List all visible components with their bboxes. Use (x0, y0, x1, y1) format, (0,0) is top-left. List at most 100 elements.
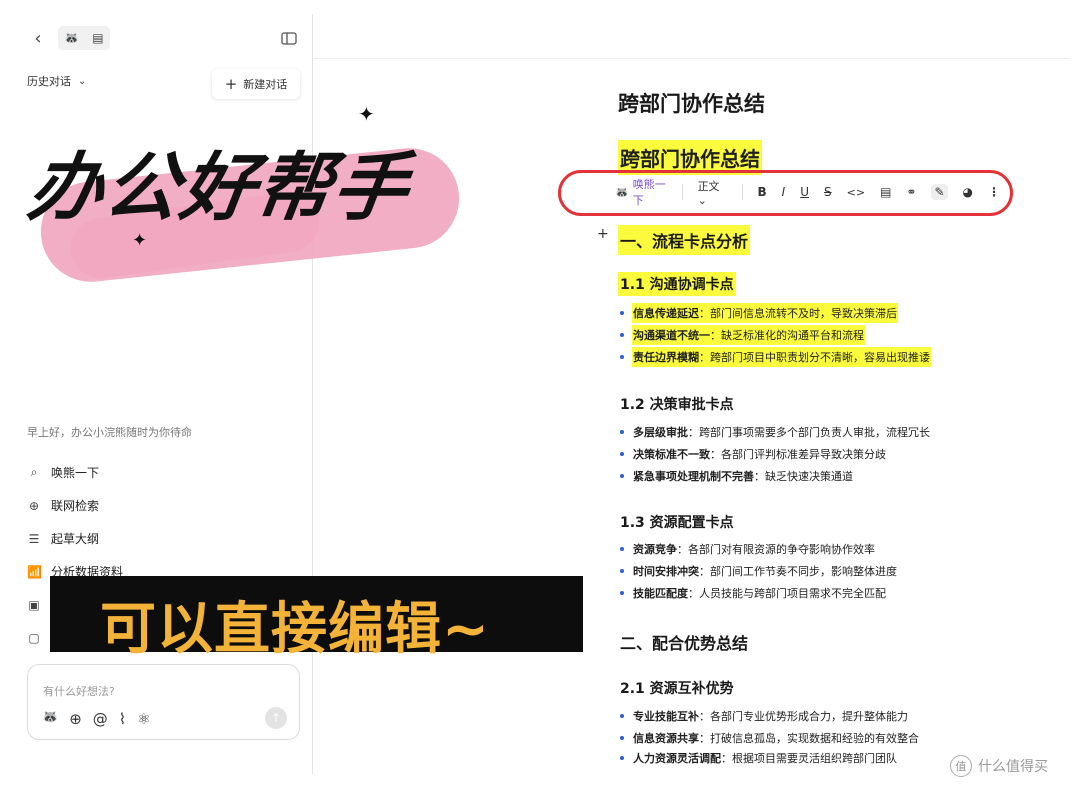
list-item[interactable]: 人力资源灵活调配：根据项目需要灵活组织跨部门团队 (618, 749, 920, 767)
item-text: ：根据项目需要灵活组织跨部门团队 (721, 752, 897, 765)
section-heading[interactable]: 一、流程卡点分析 (618, 225, 751, 255)
search-icon: ⌕ (30, 465, 38, 479)
doc2-icon: ▢ (28, 630, 40, 645)
back-icon[interactable]: ‹ (28, 28, 48, 49)
bullet-icon (620, 430, 624, 434)
item-text: ：缺乏标准化的沟通平台和流程 (710, 329, 864, 342)
watermark-text: 什么值得买 (978, 759, 1048, 775)
item-bold: 人力资源灵活调配 (633, 752, 721, 765)
bullet-icon (620, 355, 624, 359)
list-item[interactable]: 紧急事项处理机制不完善：缺乏快速决策通道 (618, 465, 931, 487)
bullet-icon (620, 714, 624, 718)
chart-icon: 📶 (27, 564, 42, 579)
menu-item-web-search[interactable]: ⊕ 联网检索 (27, 489, 297, 522)
bullet-icon (620, 569, 624, 573)
item-bold: 多层级审批 (633, 426, 688, 439)
menu-item-label: 唤熊一下 (51, 466, 100, 480)
atom-icon[interactable]: ⚛ (137, 710, 150, 728)
sparkle-icon: ✦ (132, 230, 148, 251)
bullet-icon (620, 547, 624, 551)
watermark-logo: 值 (950, 755, 972, 777)
list-item[interactable]: 资源竞争：各部门对有限资源的争夺影响协作效率 (618, 538, 898, 560)
item-bold: 紧急事项处理机制不完善 (633, 470, 754, 483)
send-button[interactable]: ↑ (265, 707, 287, 729)
document-tab-icon[interactable]: ▤ (92, 31, 103, 45)
item-bold: 责任边界模糊 (633, 351, 699, 364)
item-bold: 沟通渠道不统一 (633, 329, 710, 342)
outline-icon: ☰ (28, 531, 40, 546)
banner-text: 可以直接编辑~ (100, 597, 490, 662)
raccoon-tab-icon[interactable]: 🦝 (64, 31, 79, 45)
item-text: ：各部门专业优势形成合力，提升整体能力 (699, 710, 908, 723)
list-item[interactable]: 多层级审批：跨部门事项需要多个部门负责人审批，流程冗长 (618, 421, 931, 443)
subsection-heading[interactable]: 2.1 资源互补优势 (618, 676, 736, 700)
menu-item-label: 起草大纲 (51, 532, 100, 546)
chat-input-placeholder[interactable]: 有什么好想法? (43, 683, 115, 699)
item-text: ：各部门对有限资源的争夺影响协作效率 (677, 543, 875, 556)
globe-icon: ⊕ (28, 498, 40, 513)
item-text: ：缺乏快速决策通道 (754, 470, 853, 483)
history-dropdown[interactable]: 历史对话 ⌄ (27, 73, 86, 89)
sidebar-toggle-icon[interactable] (280, 30, 298, 46)
overlay-title: 办公好帮手 (23, 145, 416, 231)
item-bold: 专业技能互补 (633, 710, 699, 723)
item-bold: 信息传递延迟 (633, 307, 699, 320)
item-bold: 时间安排冲突 (633, 565, 699, 578)
new-chat-label: 新建对话 (243, 78, 288, 91)
chevron-down-icon: ⌄ (78, 75, 87, 87)
arrow-up-icon: ↑ (270, 711, 282, 725)
document-title[interactable]: 跨部门协作总结 (618, 88, 765, 118)
item-bold: 资源竞争 (633, 543, 677, 556)
doc-icon: ▣ (28, 597, 40, 612)
input-tools: 🦝 ⊕ @ ⌇ ⚛ (42, 710, 151, 728)
bullet-icon (620, 756, 624, 760)
bullet-icon (620, 333, 624, 337)
item-text: ：打破信息孤岛，实现数据和经验的有效整合 (699, 732, 919, 745)
mode-tabs: 🦝 ▤ (58, 26, 110, 50)
bullet-icon (620, 452, 624, 456)
list-item[interactable]: 信息资源共享：打破信息孤岛，实现数据和经验的有效整合 (618, 727, 920, 749)
add-block-icon[interactable]: + (597, 226, 609, 242)
subsection-heading[interactable]: 1.1 沟通协调卡点 (618, 272, 736, 296)
at-icon[interactable]: @ (93, 710, 108, 728)
item-text: ：跨部门项目中职责划分不清晰，容易出现推诿 (699, 351, 930, 364)
list-item[interactable]: 决策标准不一致：各部门评判标准差异导致决策分歧 (618, 443, 931, 465)
item-text: ：部门间信息流转不及时，导致决策滞后 (699, 307, 897, 320)
menu-item-label: 联网检索 (51, 499, 100, 513)
bullet-icon (620, 591, 624, 595)
new-chat-button[interactable]: + 新建对话 (212, 69, 300, 99)
list-item[interactable]: 责任边界模糊：跨部门项目中职责划分不清晰，容易出现推诿 (618, 346, 931, 368)
list-item[interactable]: 技能匹配度：人员技能与跨部门项目需求不完全匹配 (618, 582, 898, 604)
sidebar-topbar: ‹ 🦝 ▤ (14, 14, 313, 62)
item-bold: 信息资源共享 (633, 732, 699, 745)
list-item[interactable]: 时间安排冲突：部门间工作节奏不同步，影响整体进度 (618, 560, 898, 582)
history-label: 历史对话 (27, 75, 71, 88)
sparkle-icon: ✦ (358, 102, 375, 126)
watermark: 值 什么值得买 (950, 755, 1048, 777)
bullet-list: 多层级审批：跨部门事项需要多个部门负责人审批，流程冗长 决策标准不一致：各部门评… (618, 421, 931, 487)
list-item[interactable]: 专业技能互补：各部门专业优势形成合力，提升整体能力 (618, 705, 920, 727)
item-text: ：各部门评判标准差异导致决策分歧 (710, 448, 886, 461)
list-item[interactable]: 沟通渠道不统一：缺乏标准化的沟通平台和流程 (618, 324, 931, 346)
bullet-list: 专业技能互补：各部门专业优势形成合力，提升整体能力 信息资源共享：打破信息孤岛，… (618, 705, 920, 767)
item-bold: 决策标准不一致 (633, 448, 710, 461)
section-heading[interactable]: 二、配合优势总结 (618, 627, 750, 657)
menu-item-outline[interactable]: ☰ 起草大纲 (27, 522, 297, 555)
globe-icon[interactable]: ⊕ (69, 710, 82, 728)
raccoon-icon[interactable]: 🦝 (42, 710, 58, 728)
bullet-icon (620, 736, 624, 740)
item-text: ：人员技能与跨部门项目需求不完全匹配 (688, 587, 886, 600)
list-item[interactable]: 信息传递延迟：部门间信息流转不及时，导致决策滞后 (618, 302, 931, 324)
bullet-list: 信息传递延迟：部门间信息流转不及时，导致决策滞后 沟通渠道不统一：缺乏标准化的沟… (618, 302, 931, 368)
chat-input-box[interactable]: 有什么好想法? 🦝 ⊕ @ ⌇ ⚛ ↑ (27, 664, 300, 740)
plus-icon: + (224, 75, 238, 93)
annotation-oval (558, 170, 1013, 216)
greeting-text: 早上好，办公小浣熊随时为你待命 (27, 426, 192, 439)
subsection-heading[interactable]: 1.3 资源配置卡点 (618, 510, 736, 534)
item-bold: 技能匹配度 (633, 587, 688, 600)
bullet-icon (620, 311, 624, 315)
menu-item-summon[interactable]: ⌕ 唤熊一下 (27, 456, 297, 489)
bullet-icon (620, 474, 624, 478)
attachment-icon[interactable]: ⌇ (119, 710, 126, 728)
subsection-heading[interactable]: 1.2 决策审批卡点 (618, 392, 736, 416)
